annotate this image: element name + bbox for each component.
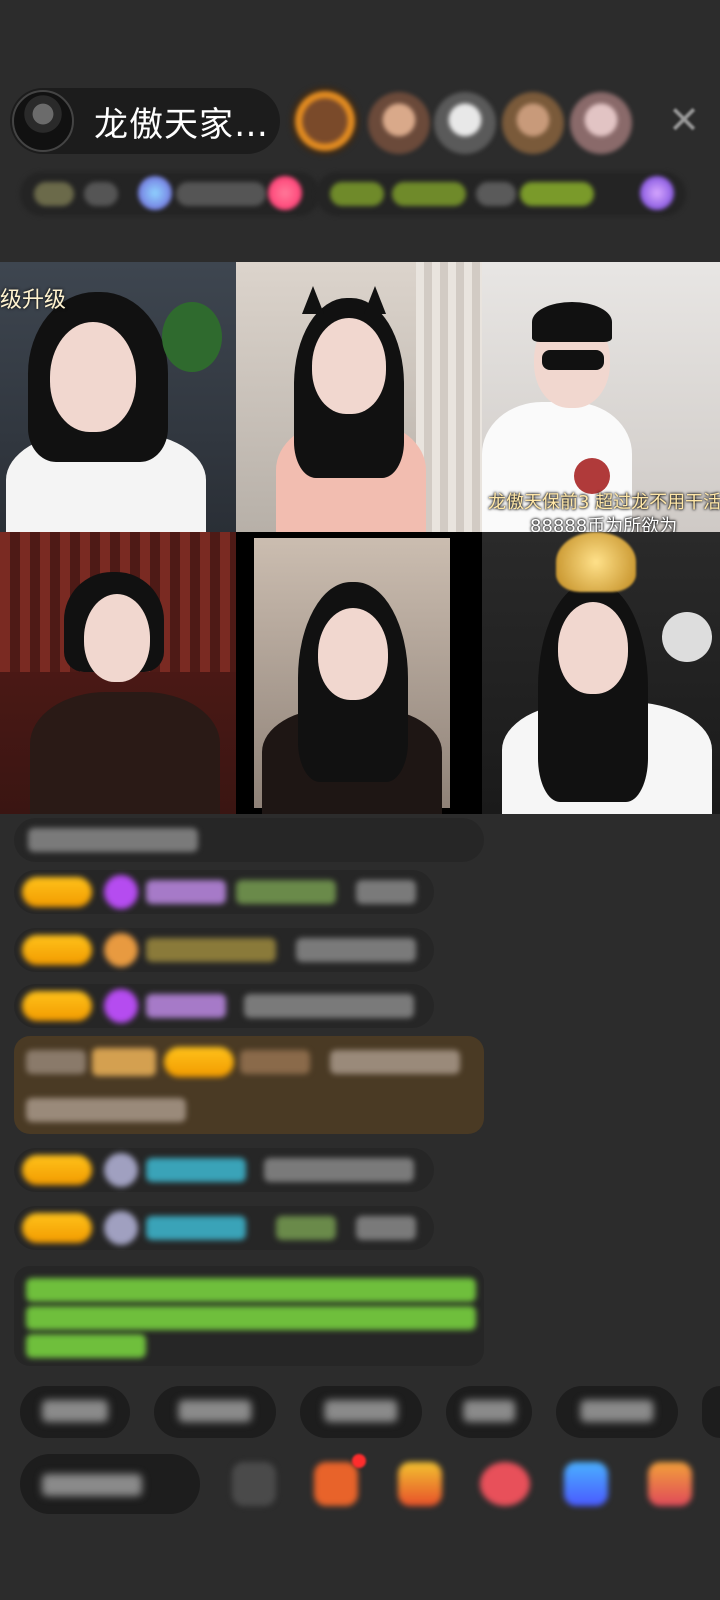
guest-figure	[84, 594, 150, 682]
fan-badge-icon	[104, 1211, 138, 1245]
quick-reply-chip[interactable]	[702, 1386, 720, 1438]
fan-badge-icon	[104, 1153, 138, 1187]
quick-reply-label	[324, 1400, 398, 1422]
plant-decoration	[162, 302, 222, 372]
system-notice-text	[26, 1278, 476, 1302]
user-level-badge	[22, 935, 92, 965]
emoji-icon[interactable]	[232, 1462, 276, 1506]
user-level-badge	[22, 991, 92, 1021]
quick-reply-chip[interactable]	[556, 1386, 678, 1438]
notification-dot	[352, 1454, 366, 1468]
cat-ear-headband	[364, 286, 386, 314]
guest-video-tile[interactable]	[482, 532, 720, 814]
chat-message-text	[296, 938, 416, 962]
chat-input[interactable]	[20, 1454, 200, 1514]
guest-caption-line: 龙傲天保前3 超过龙不用干活	[488, 492, 720, 513]
chat-message-text	[330, 1050, 460, 1074]
guest-video-tile[interactable]: 级升级	[0, 262, 236, 532]
quick-reply-label	[580, 1400, 654, 1422]
user-level-badge	[22, 877, 92, 907]
system-notice-text	[26, 1334, 146, 1358]
quick-reply-label	[178, 1400, 252, 1422]
guest-figure	[312, 318, 386, 414]
chat-target-name	[240, 1050, 310, 1074]
close-icon[interactable]: ✕	[664, 100, 704, 140]
guest-video-frame	[254, 538, 450, 814]
viewer-avatar[interactable]	[570, 92, 632, 154]
user-level-badge	[22, 1213, 92, 1243]
guest-figure	[30, 692, 220, 814]
host-info-pill[interactable]: 龙傲天家…	[10, 88, 280, 154]
viewer-avatar[interactable]	[290, 86, 360, 156]
room-stat-chip	[84, 182, 118, 206]
chat-username	[26, 1050, 86, 1074]
guest-caption-line: 88888币为所欲为	[530, 516, 678, 532]
tag-chip[interactable]	[520, 182, 594, 206]
level-up-banner: 级升级	[0, 288, 67, 313]
multi-guest-video-grid: 级升级 龙傲天保前3 超过龙不用干活 88888币为所欲为	[0, 262, 720, 814]
guest-video-tile[interactable]	[0, 532, 236, 814]
chat-target-name	[276, 1216, 336, 1240]
quick-reply-chip[interactable]	[20, 1386, 130, 1438]
quick-reply-chip[interactable]	[446, 1386, 532, 1438]
chat-target-name	[236, 880, 336, 904]
gift-icon	[640, 176, 674, 210]
guest-figure	[558, 602, 628, 694]
quick-reply-label	[42, 1400, 108, 1422]
game-icon[interactable]	[564, 1462, 608, 1506]
chat-username	[146, 994, 226, 1018]
chat-input-placeholder	[42, 1474, 142, 1496]
more-icon[interactable]	[648, 1462, 692, 1506]
viewer-avatar[interactable]	[502, 92, 564, 154]
guest-video-tile[interactable]	[236, 532, 482, 814]
quick-reply-chip[interactable]	[154, 1386, 276, 1438]
quick-reply-label	[463, 1400, 515, 1422]
chat-username	[146, 1158, 246, 1182]
guest-video-tile[interactable]	[236, 262, 482, 532]
chat-message-text	[244, 994, 414, 1018]
guest-figure	[532, 302, 612, 342]
quick-reply-chip[interactable]	[300, 1386, 422, 1438]
room-stat-chip	[34, 182, 74, 206]
chat-username	[146, 1216, 246, 1240]
chat-message-text	[356, 880, 416, 904]
tag-chip[interactable]	[476, 182, 516, 206]
guest-figure	[50, 322, 136, 432]
gift-icon	[138, 176, 172, 210]
guest-video-tile[interactable]: 龙傲天保前3 超过龙不用干活 88888币为所欲为	[482, 262, 720, 532]
chat-username	[146, 938, 276, 962]
vip-badge	[92, 1048, 156, 1076]
chat-username	[146, 880, 226, 904]
user-level-badge	[164, 1047, 234, 1077]
fan-badge-icon	[104, 875, 138, 909]
host-avatar[interactable]	[12, 90, 74, 152]
cat-ear-headband	[302, 286, 324, 314]
host-name: 龙傲天家…	[94, 104, 269, 145]
viewer-avatar[interactable]	[368, 92, 430, 154]
sunglasses	[542, 350, 604, 370]
live-room-screen: 龙傲天家… ✕ 级升级 龙傲天保前3 超过龙不用干活 88888币为所欲为	[0, 0, 720, 1600]
gift-icon	[268, 176, 302, 210]
red-packet-icon[interactable]	[398, 1462, 442, 1506]
user-level-badge	[22, 1155, 92, 1185]
chat-message-text	[356, 1216, 416, 1240]
chat-message-text	[26, 1098, 186, 1122]
tag-chip[interactable]	[392, 182, 466, 206]
gift-box-icon[interactable]	[314, 1462, 358, 1506]
chat-message-text	[28, 828, 198, 852]
system-notice-text	[26, 1306, 476, 1330]
viewer-avatar[interactable]	[434, 92, 496, 154]
fan-badge-icon	[104, 989, 138, 1023]
decor-light	[662, 612, 712, 662]
guest-figure	[318, 608, 388, 700]
fan-badge-icon	[104, 933, 138, 967]
tag-chip[interactable]	[330, 182, 384, 206]
crown-effect	[556, 532, 636, 592]
chat-message-text	[264, 1158, 414, 1182]
wish-icon[interactable]	[480, 1462, 530, 1506]
room-stat-chip	[176, 182, 266, 206]
